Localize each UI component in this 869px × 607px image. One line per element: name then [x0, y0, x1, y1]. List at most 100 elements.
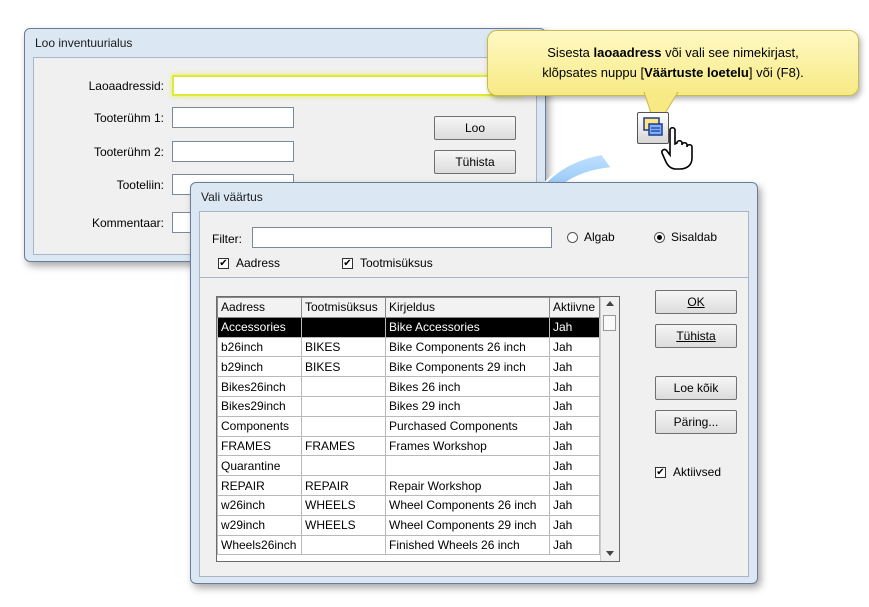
table-row[interactable]: Bikes29inch Bikes 29 inch Jah — [217, 395, 600, 417]
table-row[interactable]: w26inch WHEELS Wheel Components 26 inch Jah — [217, 494, 600, 516]
table-cell: Jah — [549, 356, 600, 378]
ok-button[interactable]: OK — [655, 290, 737, 314]
table-cell: Bike Components 26 inch — [385, 336, 550, 358]
column-header[interactable]: Tootmisüksus — [301, 297, 386, 318]
table-cell: WHEELS — [301, 494, 386, 516]
table-cell: REPAIR — [217, 475, 302, 496]
table-cell: Jah — [549, 494, 600, 516]
table-cell: Frames Workshop — [385, 435, 550, 457]
table-row[interactable]: w29inch WHEELS Wheel Components 29 inch Jah — [217, 514, 600, 536]
table-cell: BIKES — [301, 336, 386, 358]
table-row[interactable]: Accessories Bike Accessories Jah — [217, 316, 600, 338]
table-cell: Wheel Components 29 inch — [385, 514, 550, 536]
select-value-window: Vali väärtus Filter: Algab Sisaldab ✔ Aa… — [190, 182, 758, 584]
column-header[interactable]: Aadress — [217, 297, 302, 318]
contains-label: Sisaldab — [671, 230, 718, 244]
starts-with-radio[interactable] — [567, 232, 578, 243]
table-row[interactable]: b29inch BIKES Bike Components 29 inch Jah — [217, 356, 600, 378]
table-cell: Finished Wheels 26 inch — [385, 534, 550, 556]
callout-text: Sisesta — [547, 45, 594, 60]
callout-bold-value-list: Väärtuste loetelu — [644, 65, 749, 80]
create-button[interactable]: Loo — [434, 116, 516, 140]
table-cell: Repair Workshop — [385, 475, 550, 496]
table-cell: Bikes 26 inch — [385, 376, 550, 397]
filter-input[interactable] — [252, 227, 552, 248]
table-cell: REPAIR — [301, 475, 386, 496]
table-header: Aadress Tootmisüksus Kirjeldus Aktiivne — [217, 297, 600, 318]
address-checkbox-label: Aadress — [236, 256, 281, 270]
table-row[interactable]: FRAMES FRAMES Frames Workshop Jah — [217, 435, 600, 457]
table-cell: w26inch — [217, 494, 302, 516]
table-cell: Jah — [549, 376, 600, 397]
table-cell: w29inch — [217, 514, 302, 536]
active-checkbox[interactable]: ✔ — [655, 467, 666, 478]
filter-panel: Filter: Algab Sisaldab ✔ Aadress ✔ Tootm… — [199, 211, 749, 278]
table-cell: Accessories — [217, 316, 302, 338]
hand-cursor-icon — [661, 126, 693, 170]
column-header[interactable]: Kirjeldus — [385, 297, 550, 318]
window-title: Vali väärtus — [201, 190, 263, 204]
table-body: Accessories Bike Accessories Jah b26inch BIK… — [217, 316, 600, 556]
callout-line-2: klõpsates nuppu [Väärtuste loetelu] või … — [488, 63, 858, 83]
starts-with-label: Algab — [584, 230, 615, 244]
table-row[interactable]: REPAIR REPAIR Repair Workshop Jah — [217, 475, 600, 496]
address-input[interactable] — [172, 75, 522, 96]
table-row[interactable]: b26inch BIKES Bike Components 26 inch Jah — [217, 336, 600, 358]
table-row[interactable]: Components Purchased Components Jah — [217, 415, 600, 437]
table-cell — [301, 376, 386, 397]
vertical-scrollbar[interactable] — [600, 297, 619, 561]
address-checkbox[interactable]: ✔ — [218, 258, 229, 269]
table-cell: Bikes 29 inch — [385, 395, 550, 417]
table-row[interactable]: Bikes26inch Bikes 26 inch Jah — [217, 376, 600, 397]
label-group2: Tooterühm 2: — [93, 145, 164, 159]
label-comment: Kommentaar: — [91, 216, 164, 230]
table-cell: Jah — [549, 475, 600, 496]
column-header[interactable]: Aktiivne — [549, 297, 600, 318]
results-table-frame: Aadress Tootmisüksus Kirjeldus Aktiivne Acc… — [216, 296, 620, 562]
table-cell — [301, 534, 386, 556]
table-cell: Bike Components 29 inch — [385, 356, 550, 378]
table-cell: Jah — [549, 514, 600, 536]
callout-text: ] või (F8). — [748, 65, 804, 80]
table-cell — [301, 316, 386, 338]
table-cell: Bikes29inch — [217, 395, 302, 417]
table-cell: FRAMES — [217, 435, 302, 457]
callout-text: klõpsates nuppu [ — [542, 65, 645, 80]
table-cell — [301, 395, 386, 417]
scroll-thumb[interactable] — [603, 315, 616, 331]
unit-checkbox-label: Tootmisüksus — [360, 256, 433, 270]
table-cell: Jah — [549, 395, 600, 417]
table-cell: b29inch — [217, 356, 302, 378]
table-cell — [301, 455, 386, 477]
table-cell: WHEELS — [301, 514, 386, 536]
scroll-up-icon[interactable] — [606, 301, 614, 306]
callout-text: või vali see nimekirjast, — [661, 45, 799, 60]
radio-dot — [657, 235, 662, 240]
table-row[interactable]: Wheels26inch Finished Wheels 26 inch Jah — [217, 534, 600, 556]
table-cell: Bikes26inch — [217, 376, 302, 397]
results-panel: Aadress Tootmisüksus Kirjeldus Aktiivne Acc… — [199, 277, 749, 577]
query-button[interactable]: Päring... — [655, 410, 737, 434]
table-cell: b26inch — [217, 336, 302, 358]
table-cell: BIKES — [301, 356, 386, 378]
table-cell: Wheels26inch — [217, 534, 302, 556]
load-all-button[interactable]: Loe kõik — [655, 376, 737, 400]
table-cell: Jah — [549, 534, 600, 556]
table-cell — [385, 455, 550, 477]
group1-input[interactable] — [172, 107, 294, 128]
table-cell: Purchased Components — [385, 415, 550, 437]
contains-radio[interactable] — [654, 232, 665, 243]
label-product-line: Tooteliin: — [116, 178, 164, 192]
callout-line-1: Sisesta laoaadress või vali see nimekirj… — [488, 43, 858, 63]
unit-checkbox[interactable]: ✔ — [342, 258, 353, 269]
table-cell: FRAMES — [301, 435, 386, 457]
label-address: Laoaadressid: — [88, 79, 164, 93]
table-cell: Jah — [549, 316, 600, 338]
table-cell: Wheel Components 26 inch — [385, 494, 550, 516]
group2-input[interactable] — [172, 141, 294, 162]
cancel-button[interactable]: Tühista — [655, 324, 737, 348]
scroll-down-icon[interactable] — [606, 551, 614, 556]
filter-label: Filter: — [212, 232, 242, 246]
table-cell: Jah — [549, 435, 600, 457]
table-row[interactable]: Quarantine Jah — [217, 455, 600, 477]
